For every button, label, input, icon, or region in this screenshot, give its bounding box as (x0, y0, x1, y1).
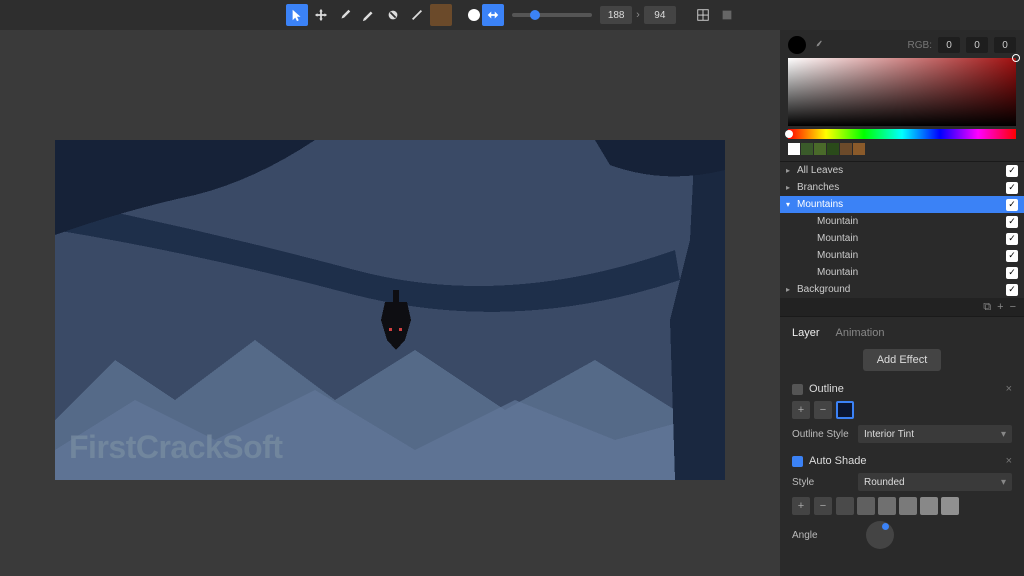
tab-animation[interactable]: Animation (836, 327, 885, 339)
layer-visible-checkbox[interactable]: ✓ (1006, 216, 1018, 228)
tab-layer[interactable]: Layer (792, 327, 820, 339)
rgb-b[interactable]: 0 (994, 37, 1016, 53)
layer-visible-checkbox[interactable]: ✓ (1006, 233, 1018, 245)
line-tool[interactable] (406, 4, 428, 26)
palette-swatch[interactable] (801, 143, 813, 155)
layer-tools: ⧉ + − (780, 298, 1024, 316)
canvas-viewport[interactable]: FirstCrackSoft (0, 30, 780, 576)
layer-visible-checkbox[interactable]: ✓ (1006, 267, 1018, 279)
color-picker: RGB: 0 0 0 (780, 30, 1024, 161)
autoshade-remove-icon[interactable]: × (1006, 455, 1012, 467)
layer-label: Mountain (817, 216, 858, 227)
symmetry-toggle[interactable] (482, 4, 504, 26)
shade-swatch[interactable] (878, 497, 896, 515)
active-color-swatch[interactable] (430, 4, 452, 26)
shade-swatch[interactable] (857, 497, 875, 515)
layer-label: All Leaves (797, 165, 843, 176)
eyedropper-icon[interactable] (812, 39, 824, 51)
coord-x[interactable]: 188 (600, 6, 632, 24)
palette-swatch[interactable] (814, 143, 826, 155)
layer-row[interactable]: Mountain ✓ (780, 247, 1024, 264)
hue-slider[interactable] (788, 129, 1016, 139)
layer-row[interactable]: ▸Background ✓ (780, 281, 1024, 298)
layer-row[interactable]: Mountain ✓ (780, 213, 1024, 230)
layer-visible-checkbox[interactable]: ✓ (1006, 250, 1018, 262)
eraser-tool[interactable] (382, 4, 404, 26)
layer-visible-checkbox[interactable]: ✓ (1006, 165, 1018, 177)
layer-row[interactable]: ▾Mountains ✓ (780, 196, 1024, 213)
layer-label: Mountain (817, 267, 858, 278)
outline-color-slot[interactable] (836, 401, 854, 419)
disclosure-triangle-icon[interactable]: ▸ (786, 183, 794, 192)
layer-visible-checkbox[interactable]: ✓ (1006, 199, 1018, 211)
layer-row[interactable]: ▸Branches ✓ (780, 179, 1024, 196)
autoshade-style-select[interactable]: Rounded (858, 473, 1012, 491)
palette-swatch[interactable] (788, 143, 800, 155)
outline-checkbox[interactable] (792, 384, 803, 395)
outline-remove-color[interactable]: − (814, 401, 832, 419)
layer-row[interactable]: ▸All Leaves ✓ (780, 162, 1024, 179)
layer-label: Mountains (797, 199, 843, 210)
palette-swatch[interactable] (840, 143, 852, 155)
coord-separator: › (636, 9, 640, 21)
pencil-tool[interactable] (358, 4, 380, 26)
layer-label: Mountain (817, 233, 858, 244)
layer-row[interactable]: Mountain ✓ (780, 230, 1024, 247)
select-tool[interactable] (286, 4, 308, 26)
shape-indicator (468, 9, 480, 21)
layer-label: Mountain (817, 250, 858, 261)
disclosure-triangle-icon[interactable]: ▾ (786, 200, 794, 209)
rgb-g[interactable]: 0 (966, 37, 988, 53)
layer-label: Branches (797, 182, 839, 193)
saturation-field[interactable] (788, 58, 1016, 126)
angle-dial[interactable] (866, 521, 894, 549)
palette-row (788, 143, 1016, 155)
grid-toggle[interactable] (692, 4, 714, 26)
layer-visible-checkbox[interactable]: ✓ (1006, 182, 1018, 194)
add-layer-icon[interactable]: + (997, 301, 1003, 313)
brush-size-slider[interactable] (512, 13, 592, 17)
outline-style-select[interactable]: Interior Tint (858, 425, 1012, 443)
outline-title: Outline (809, 383, 844, 395)
canvas[interactable]: FirstCrackSoft (55, 140, 725, 480)
right-panel: RGB: 0 0 0 ▸All Leaves✓▸Branches✓▾Mounta… (780, 30, 1024, 576)
disclosure-triangle-icon[interactable]: ▸ (786, 285, 794, 294)
disclosure-triangle-icon[interactable]: ▸ (786, 166, 794, 175)
shade-swatch[interactable] (836, 497, 854, 515)
view-mode[interactable] (716, 4, 738, 26)
outline-remove-icon[interactable]: × (1006, 383, 1012, 395)
shade-swatch[interactable] (899, 497, 917, 515)
outline-add-color[interactable]: + (792, 401, 810, 419)
duplicate-layer-icon[interactable]: ⧉ (983, 301, 991, 314)
move-tool[interactable] (310, 4, 332, 26)
add-effect-button[interactable]: Add Effect (863, 349, 942, 371)
outline-style-label: Outline Style (792, 429, 854, 440)
autoshade-style-label: Style (792, 477, 854, 488)
coord-y[interactable]: 94 (644, 6, 676, 24)
layer-label: Background (797, 284, 850, 295)
palette-swatch[interactable] (827, 143, 839, 155)
layer-row[interactable]: Mountain ✓ (780, 264, 1024, 281)
rgb-r[interactable]: 0 (938, 37, 960, 53)
palette-swatch[interactable] (853, 143, 865, 155)
shade-add[interactable]: + (792, 497, 810, 515)
watermark-text: FirstCrackSoft (69, 429, 283, 466)
rgb-label: RGB: (908, 40, 932, 51)
current-color[interactable] (788, 36, 806, 54)
top-toolbar: 188 › 94 (0, 0, 1024, 30)
angle-label: Angle (792, 530, 854, 541)
shade-remove[interactable]: − (814, 497, 832, 515)
brush-tool[interactable] (334, 4, 356, 26)
autoshade-checkbox[interactable] (792, 456, 803, 467)
layers-panel: ▸All Leaves✓▸Branches✓▾Mountains✓Mountai… (780, 161, 1024, 298)
shade-swatches (836, 497, 959, 515)
properties-panel: Layer Animation Add Effect Outline × + −… (780, 316, 1024, 576)
layer-visible-checkbox[interactable]: ✓ (1006, 284, 1018, 296)
shade-swatch[interactable] (920, 497, 938, 515)
autoshade-title: Auto Shade (809, 455, 867, 467)
shade-swatch[interactable] (941, 497, 959, 515)
remove-layer-icon[interactable]: − (1010, 301, 1016, 313)
